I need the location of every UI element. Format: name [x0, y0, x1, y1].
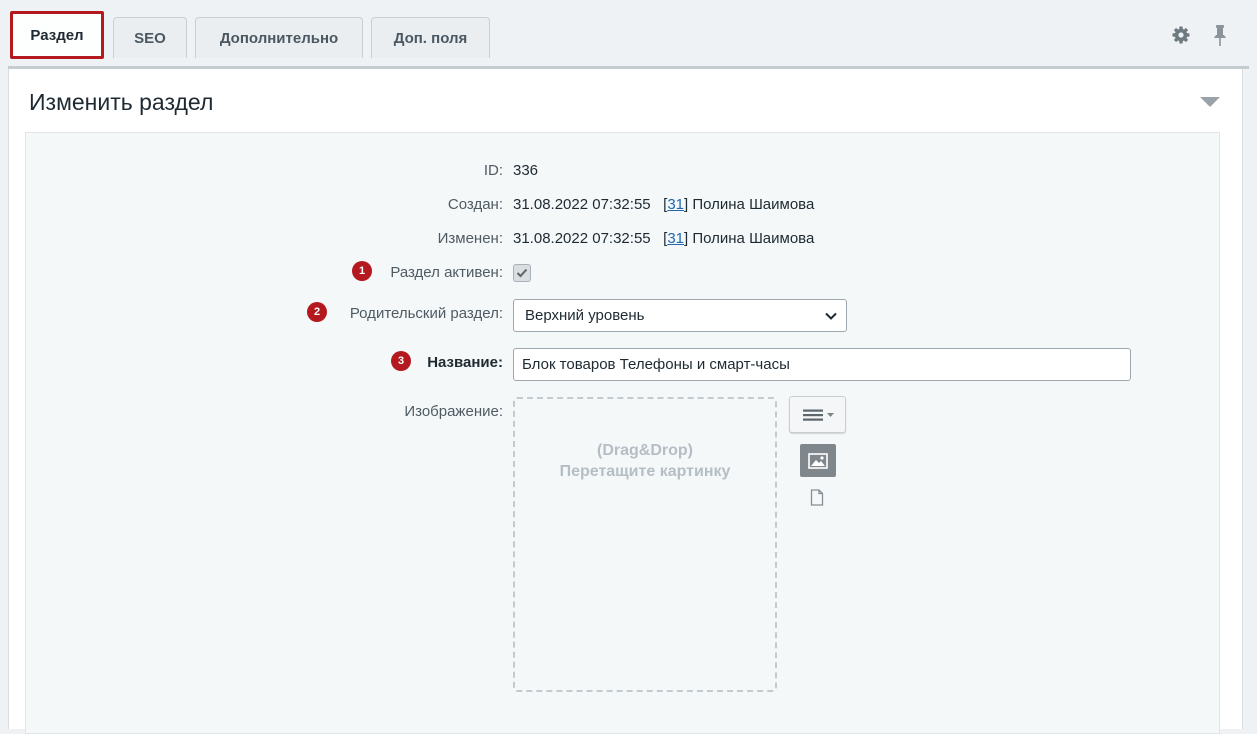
- check-icon: [516, 268, 528, 278]
- parent-label: Родительский раздел:: [349, 305, 503, 322]
- created-label: Создан:: [447, 196, 503, 213]
- dropzone-hint: Перетащите картинку: [559, 463, 731, 480]
- tab-section[interactable]: Раздел: [10, 11, 104, 59]
- form-area: ID: 336 Создан: 31.08.2022 07:32:55 [31]…: [25, 132, 1220, 734]
- tab-seo[interactable]: SEO: [113, 17, 187, 58]
- name-input[interactable]: [513, 348, 1131, 381]
- parent-select-value: Верхний уровень: [525, 307, 645, 324]
- edit-section-panel: Изменить раздел ID: 336 Создан: 31.08.20…: [8, 69, 1243, 734]
- tab-additional[interactable]: Дополнительно: [195, 17, 363, 58]
- gear-icon[interactable]: [1171, 25, 1191, 50]
- active-checkbox[interactable]: [513, 264, 531, 282]
- file-icon[interactable]: [810, 489, 824, 511]
- step-badge-1: 1: [352, 261, 372, 281]
- step-badge-3: 3: [391, 351, 411, 371]
- active-label: Раздел активен:: [390, 264, 503, 281]
- created-user-link[interactable]: 31: [667, 196, 684, 213]
- created-user-name: Полина Шаимова: [692, 196, 815, 213]
- parent-section-select[interactable]: Верхний уровень: [513, 299, 847, 332]
- chevron-down-icon: [825, 312, 837, 320]
- triangle-down-icon[interactable]: [1200, 97, 1220, 107]
- id-value: 336: [513, 162, 539, 179]
- modified-datetime: 31.08.2022 07:32:55: [513, 230, 651, 247]
- step-badge-2: 2: [307, 302, 327, 322]
- created-datetime: 31.08.2022 07:32:55: [513, 196, 651, 213]
- image-dropzone[interactable]: (Drag&Drop) Перетащите картинку: [513, 397, 777, 692]
- image-label: Изображение:: [404, 403, 503, 420]
- tab-extra-fields[interactable]: Доп. поля: [371, 17, 490, 58]
- modified-value: 31.08.2022 07:32:55 [31] Полина Шаимова: [513, 230, 815, 247]
- image-menu-button[interactable]: [789, 396, 846, 433]
- created-value: 31.08.2022 07:32:55 [31] Полина Шаимова: [513, 196, 815, 213]
- modified-user-link[interactable]: 31: [667, 230, 684, 247]
- image-library-button[interactable]: [800, 444, 836, 477]
- name-label: Название:: [427, 354, 503, 371]
- id-label: ID:: [483, 162, 503, 179]
- tab-bar: Раздел SEO Дополнительно Доп. поля: [0, 0, 1257, 68]
- dropzone-title: (Drag&Drop): [597, 442, 693, 459]
- modified-label: Изменен:: [437, 230, 503, 247]
- menu-icon: [802, 409, 834, 421]
- page-title: Изменить раздел: [29, 89, 214, 115]
- image-icon: [808, 452, 828, 469]
- modified-user-name: Полина Шаимова: [692, 230, 815, 247]
- pin-icon[interactable]: [1212, 25, 1228, 52]
